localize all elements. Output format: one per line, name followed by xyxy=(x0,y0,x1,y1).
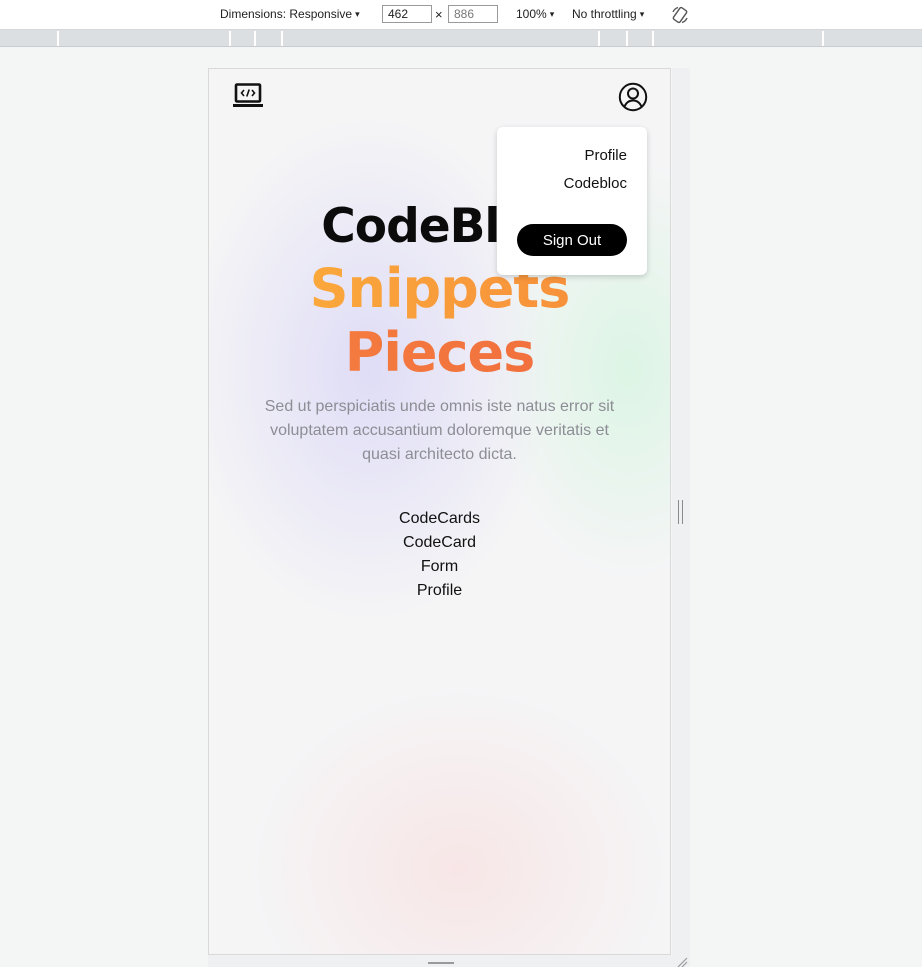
dropdown-item-profile[interactable]: Profile xyxy=(584,147,627,164)
nav-link-profile[interactable]: Profile xyxy=(209,579,670,603)
hero-description: Sed ut perspiciatis unde omnis iste natu… xyxy=(264,398,615,463)
nav-link-form[interactable]: Form xyxy=(209,555,670,579)
devtools-toolbar: Dimensions: Responsive ▾ 462 × 886 100% ▾ … xyxy=(0,0,922,30)
device-viewport: CodeBloc Snippets Pieces Sed ut perspici… xyxy=(208,68,671,955)
hero-title-line-3: Pieces xyxy=(209,321,670,385)
resize-grip-icon[interactable] xyxy=(428,962,454,964)
dropdown-item-codebloc[interactable]: Codebloc xyxy=(564,175,627,192)
resize-grip-icon[interactable] xyxy=(678,500,683,524)
zoom-dropdown[interactable]: 100% ▾ xyxy=(516,0,554,29)
width-input[interactable]: 462 xyxy=(382,5,432,23)
throttling-dropdown[interactable]: No throttling ▾ xyxy=(572,0,644,29)
media-query-ruler xyxy=(0,30,922,47)
device-resize-handle-bottom[interactable] xyxy=(208,955,690,967)
height-input[interactable]: 886 xyxy=(448,5,498,23)
ruler-tick xyxy=(652,31,654,46)
dimension-separator: × xyxy=(435,7,443,22)
dimensions-label: Dimensions: Responsive xyxy=(220,7,353,21)
laptop-code-icon[interactable] xyxy=(233,83,263,109)
ruler-tick xyxy=(822,31,824,46)
rotate-icon[interactable] xyxy=(670,5,690,25)
nav-link-codecard[interactable]: CodeCard xyxy=(209,531,670,555)
chevron-down-icon: ▾ xyxy=(549,9,555,19)
ruler-tick xyxy=(254,31,256,46)
throttling-label: No throttling xyxy=(572,7,637,21)
nav-link-codecards[interactable]: CodeCards xyxy=(209,507,670,531)
dimensions-dropdown[interactable]: Dimensions: Responsive ▾ xyxy=(220,0,360,29)
ruler-tick xyxy=(229,31,231,46)
zoom-label: 100% xyxy=(516,7,547,21)
sign-out-button[interactable]: Sign Out xyxy=(517,224,627,256)
nav-links: CodeCards CodeCard Form Profile xyxy=(209,507,670,603)
chevron-down-icon: ▾ xyxy=(639,9,645,19)
ruler-tick xyxy=(626,31,628,46)
ruler-tick xyxy=(57,31,59,46)
ruler-tick xyxy=(281,31,283,46)
ruler-tick xyxy=(598,31,600,46)
account-dropdown-menu: Profile Codebloc Sign Out xyxy=(497,127,647,275)
chevron-down-icon: ▾ xyxy=(355,9,360,19)
corner-resize-icon[interactable] xyxy=(676,957,688,967)
user-circle-icon[interactable] xyxy=(618,82,648,112)
